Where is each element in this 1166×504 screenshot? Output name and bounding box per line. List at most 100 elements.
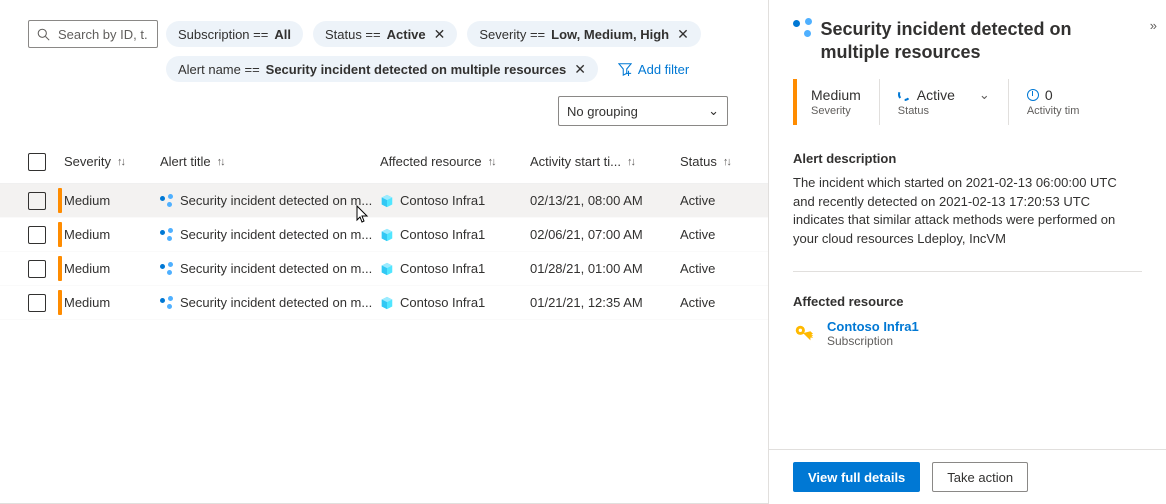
search-icon	[37, 28, 50, 41]
table-row[interactable]: Medium Security incident detected on m..…	[0, 184, 768, 218]
filter-value: All	[274, 27, 291, 42]
add-filter-button[interactable]: Add filter	[608, 56, 699, 82]
search-input-wrapper[interactable]	[28, 20, 158, 48]
column-header-status[interactable]: Status↑↓	[680, 154, 760, 169]
column-header-resource[interactable]: Affected resource↑↓	[380, 154, 530, 169]
detail-footer: View full details Take action	[769, 449, 1166, 504]
stat-status[interactable]: Active ⌄ Status	[879, 79, 1008, 125]
title-cell: Security incident detected on m...	[160, 193, 380, 208]
row-checkbox[interactable]	[28, 192, 46, 210]
resource-cell: Contoso Infra1	[380, 193, 530, 208]
filter-pill-status[interactable]: Status == Active ✕	[313, 21, 457, 47]
severity-bar-icon	[58, 290, 62, 315]
cube-icon	[380, 262, 394, 276]
close-icon[interactable]: ✕	[574, 61, 586, 78]
sort-icon: ↑↓	[627, 156, 634, 168]
column-header-start[interactable]: Activity start ti...↑↓	[530, 154, 680, 169]
title-cell: Security incident detected on m...	[160, 295, 380, 310]
alerts-main-pane: Subscription == All Status == Active ✕ S…	[0, 0, 768, 504]
status-active-icon	[898, 88, 911, 101]
clock-icon	[1027, 89, 1039, 101]
start-cell: 02/06/21, 07:00 AM	[530, 227, 680, 242]
key-icon	[793, 323, 815, 345]
severity-cell: Medium	[64, 252, 160, 285]
start-cell: 01/28/21, 01:00 AM	[530, 261, 680, 276]
security-incident-icon	[793, 18, 808, 38]
filter-value: Security incident detected on multiple r…	[266, 62, 567, 77]
table-row[interactable]: Medium Security incident detected on m..…	[0, 286, 768, 320]
close-icon[interactable]: ✕	[434, 26, 446, 43]
detail-stats-row: Medium Severity Active ⌄ Status 0	[793, 79, 1142, 125]
resource-cell: Contoso Infra1	[380, 261, 530, 276]
filter-icon	[618, 62, 632, 76]
row-checkbox[interactable]	[28, 260, 46, 278]
cube-icon	[380, 228, 394, 242]
sort-icon: ↑↓	[488, 156, 495, 168]
sort-icon: ↑↓	[723, 156, 730, 168]
table-row[interactable]: Medium Security incident detected on m..…	[0, 252, 768, 286]
filter-pill-severity[interactable]: Severity == Low, Medium, High ✕	[467, 21, 700, 47]
chevron-down-icon: ⌄	[979, 87, 990, 103]
status-cell: Active	[680, 227, 760, 242]
status-cell: Active	[680, 261, 760, 276]
search-input[interactable]	[56, 26, 149, 43]
cube-icon	[380, 296, 394, 310]
detail-title: Security incident detected on multiple r…	[820, 18, 1142, 65]
security-incident-icon	[160, 296, 174, 310]
affected-resource-header: Affected resource	[793, 294, 1142, 309]
stat-activity-time: 0 Activity tim	[1008, 79, 1098, 125]
title-cell: Security incident detected on m...	[160, 227, 380, 242]
affected-resource-item[interactable]: Contoso Infra1 Subscription	[793, 319, 1142, 348]
select-all-checkbox[interactable]	[28, 153, 46, 171]
stat-severity: Medium Severity	[811, 79, 879, 125]
expand-pane-icon[interactable]: »	[1150, 18, 1152, 33]
title-cell: Security incident detected on m...	[160, 261, 380, 276]
sort-icon: ↑↓	[117, 156, 124, 168]
alert-description-text: The incident which started on 2021-02-13…	[793, 174, 1142, 249]
add-filter-label: Add filter	[638, 62, 689, 77]
view-full-details-button[interactable]: View full details	[793, 462, 920, 492]
column-header-title[interactable]: Alert title↑↓	[160, 154, 380, 169]
status-cell: Active	[680, 295, 760, 310]
cube-icon	[380, 194, 394, 208]
filter-value: Active	[387, 27, 426, 42]
affected-resource-type: Subscription	[827, 334, 919, 348]
severity-cell: Medium	[64, 218, 160, 251]
column-header-severity[interactable]: Severity↑↓	[64, 154, 160, 169]
filter-key: Subscription ==	[178, 27, 268, 42]
alerts-table-body: Medium Security incident detected on m..…	[0, 184, 768, 320]
filter-pill-subscription[interactable]: Subscription == All	[166, 21, 303, 47]
sort-icon: ↑↓	[217, 156, 224, 168]
status-cell: Active	[680, 193, 760, 208]
row-checkbox[interactable]	[28, 294, 46, 312]
security-incident-icon	[160, 194, 174, 208]
filter-key: Alert name ==	[178, 62, 260, 77]
security-incident-icon	[160, 262, 174, 276]
grouping-value: No grouping	[567, 104, 638, 119]
filter-key: Status ==	[325, 27, 381, 42]
row-checkbox[interactable]	[28, 226, 46, 244]
severity-cell: Medium	[64, 286, 160, 319]
close-icon[interactable]: ✕	[677, 26, 689, 43]
take-action-button[interactable]: Take action	[932, 462, 1028, 492]
table-row[interactable]: Medium Security incident detected on m..…	[0, 218, 768, 252]
filter-key: Severity ==	[479, 27, 545, 42]
resource-cell: Contoso Infra1	[380, 295, 530, 310]
filter-value: Low, Medium, High	[551, 27, 669, 42]
affected-resource-name: Contoso Infra1	[827, 319, 919, 334]
divider	[793, 271, 1142, 272]
resource-cell: Contoso Infra1	[380, 227, 530, 242]
detail-pane: » Security incident detected on multiple…	[768, 0, 1166, 504]
start-cell: 01/21/21, 12:35 AM	[530, 295, 680, 310]
filter-pill-alert-name[interactable]: Alert name == Security incident detected…	[166, 56, 598, 82]
severity-cell: Medium	[64, 184, 160, 217]
alerts-table-header: Severity↑↓ Alert title↑↓ Affected resour…	[0, 140, 768, 184]
severity-bar-icon	[58, 222, 62, 247]
start-cell: 02/13/21, 08:00 AM	[530, 193, 680, 208]
severity-bar-icon	[58, 188, 62, 213]
security-incident-icon	[160, 228, 174, 242]
chevron-down-icon: ⌄	[708, 103, 719, 119]
severity-bar-icon	[58, 256, 62, 281]
grouping-select[interactable]: No grouping ⌄	[558, 96, 728, 126]
alert-description-header: Alert description	[793, 151, 1142, 166]
